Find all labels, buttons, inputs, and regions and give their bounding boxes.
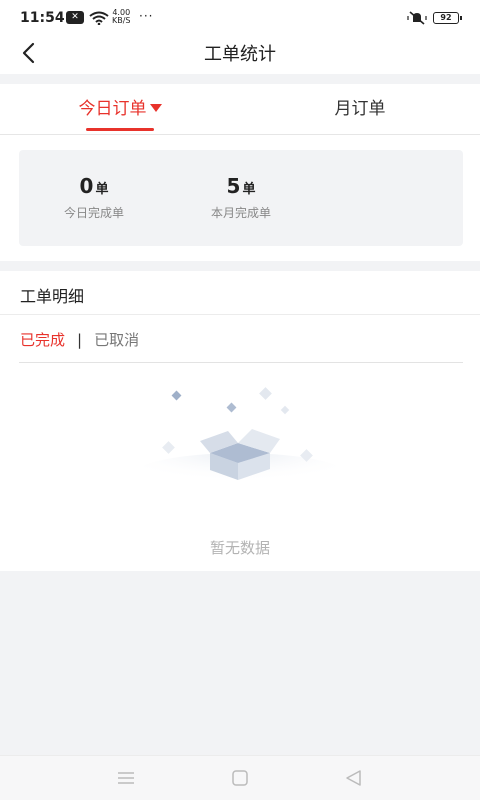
filter-separator: | bbox=[77, 331, 83, 349]
system-nav-bar bbox=[0, 755, 480, 800]
active-tab-indicator bbox=[86, 128, 154, 131]
home-square-icon[interactable] bbox=[230, 768, 250, 788]
stat-month-label: 本月完成单 bbox=[210, 206, 271, 220]
stat-today-unit: 单 bbox=[95, 182, 109, 197]
stat-today-label: 今日完成单 bbox=[63, 206, 124, 220]
stats-section: 0单 今日完成单 5单 本月完成单 bbox=[0, 135, 480, 261]
stat-today-completed: 0单 今日完成单 bbox=[34, 174, 154, 221]
empty-state-text: 暂无数据 bbox=[209, 539, 270, 557]
stats-card: 0单 今日完成单 5单 本月完成单 bbox=[19, 150, 463, 246]
detail-section: 工单明细 已完成 | 已取消 暂无数据 bbox=[0, 271, 480, 571]
page-title: 工单统计 bbox=[204, 44, 276, 65]
filter-cancelled[interactable]: 已取消 bbox=[94, 331, 139, 349]
divider bbox=[19, 362, 463, 363]
more-notifications-icon: ··· bbox=[139, 9, 154, 23]
tab-today-label: 今日订单 bbox=[78, 99, 147, 119]
title-bar: 工单统计 bbox=[0, 36, 480, 74]
empty-box-illustration bbox=[130, 387, 350, 491]
stat-today-value: 0 bbox=[79, 174, 94, 198]
stat-month-value: 5 bbox=[226, 174, 241, 198]
caret-down-icon bbox=[149, 104, 162, 112]
tab-month-orders[interactable]: 月订单 bbox=[240, 84, 480, 134]
battery-icon: 92 bbox=[433, 12, 462, 24]
network-speed: 4.00 KB/S bbox=[112, 8, 131, 25]
tab-today-orders[interactable]: 今日订单 bbox=[0, 84, 240, 134]
wifi-icon bbox=[89, 11, 109, 25]
divider bbox=[0, 314, 480, 315]
order-tabs: 今日订单 月订单 bbox=[0, 84, 480, 135]
tab-month-label: 月订单 bbox=[334, 99, 386, 119]
stat-month-completed: 5单 本月完成单 bbox=[181, 174, 301, 221]
stat-month-unit: 单 bbox=[242, 182, 256, 197]
bell-off-icon bbox=[407, 11, 427, 25]
status-bar: 11:54 ✕ 4.00 KB/S ··· 92 bbox=[0, 0, 480, 36]
status-filter: 已完成 | 已取消 bbox=[20, 329, 139, 350]
menu-icon[interactable] bbox=[116, 768, 136, 788]
section-title: 工单明细 bbox=[20, 287, 85, 306]
back-triangle-icon[interactable] bbox=[344, 768, 364, 788]
status-time: 11:54 bbox=[20, 10, 65, 26]
message-icon: ✕ bbox=[66, 11, 84, 24]
filter-completed[interactable]: 已完成 bbox=[20, 331, 65, 349]
